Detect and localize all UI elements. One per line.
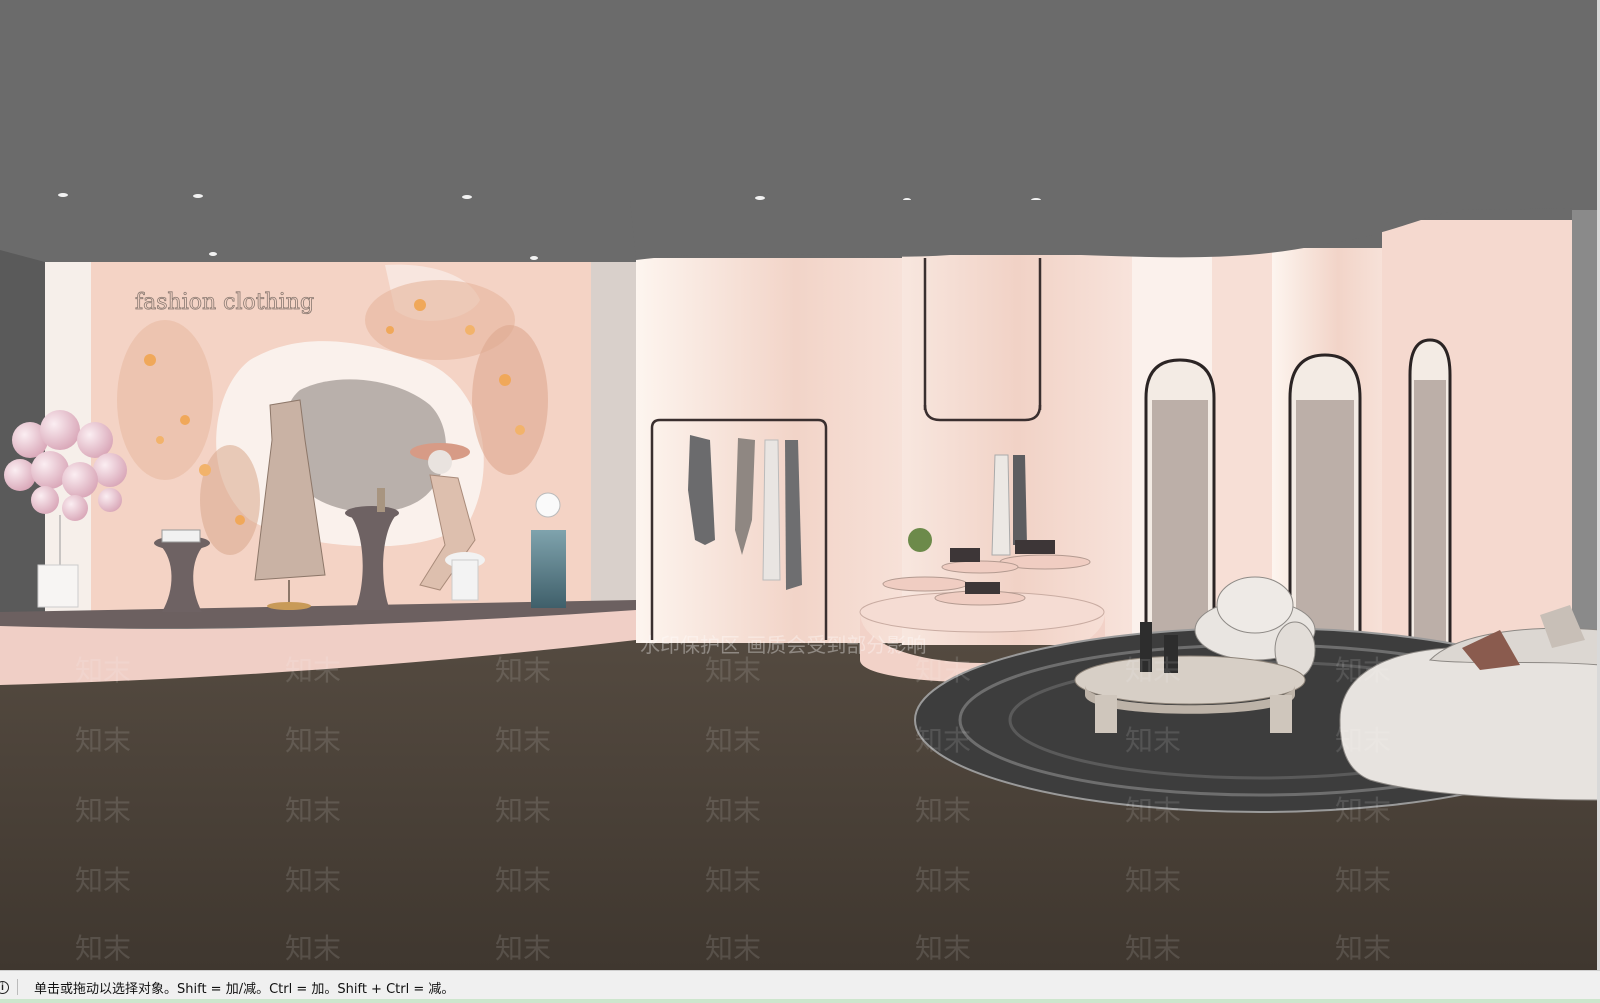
watermark: 知末 [75,654,131,687]
watermark: 知末 [1335,932,1391,965]
watermark: 知末 [1335,724,1391,757]
watermark: 知末 [1125,724,1181,757]
watermark: 知末 [705,794,761,827]
curved-wall-7 [1572,210,1597,640]
status-separator [17,979,18,995]
watermark-notice: 水印保护区 画质会受到部分影响 [640,633,926,657]
status-bar: i 单击或拖动以选择对象。Shift = 加/减。Ctrl = 加。Shift … [0,970,1600,1003]
watermark: 知末 [705,654,761,687]
watermark: 知末 [1125,864,1181,897]
watermark: 知末 [705,932,761,965]
watermark: 知末 [705,864,761,897]
watermark: 知末 [1125,932,1181,965]
wall-lettering: fashion clothing [135,290,314,315]
display-wall-right [591,262,636,612]
watermark: 知末 [915,724,971,757]
status-message: 单击或拖动以选择对象。Shift = 加/减。Ctrl = 加。Shift + … [34,981,455,997]
watermark: 知末 [285,932,341,965]
3d-viewport[interactable]: fashion clothing 水印保护区 画质会受到部分影响 知末 知末 知… [0,0,1600,970]
watermark: 知末 [915,794,971,827]
watermark: 知末 [495,794,551,827]
watermark: 知末 [285,724,341,757]
info-icon[interactable]: i [0,980,9,994]
watermark: 知末 [285,864,341,897]
watermark: 知末 [495,864,551,897]
watermark: 知末 [495,724,551,757]
watermark: 知末 [915,654,971,687]
fitting-room-3 [1408,338,1452,652]
watermark: 知末 [1125,794,1181,827]
watermark: 知末 [705,724,761,757]
watermark: 知末 [915,932,971,965]
fitting-room-1 [1144,358,1216,642]
watermark: 知末 [75,932,131,965]
watermark: 知末 [915,864,971,897]
watermark: 知末 [285,794,341,827]
watermark: 知末 [1335,864,1391,897]
watermark: 知末 [495,932,551,965]
watermark: 知末 [1125,654,1181,687]
watermark: 知末 [75,864,131,897]
watermark: 知末 [495,654,551,687]
watermark: 知末 [1335,794,1391,827]
watermark: 知末 [75,794,131,827]
status-accent-strip [0,999,1600,1003]
watermark: 知末 [75,724,131,757]
watermark: 知末 [1335,654,1391,687]
watermark: 知末 [285,654,341,687]
